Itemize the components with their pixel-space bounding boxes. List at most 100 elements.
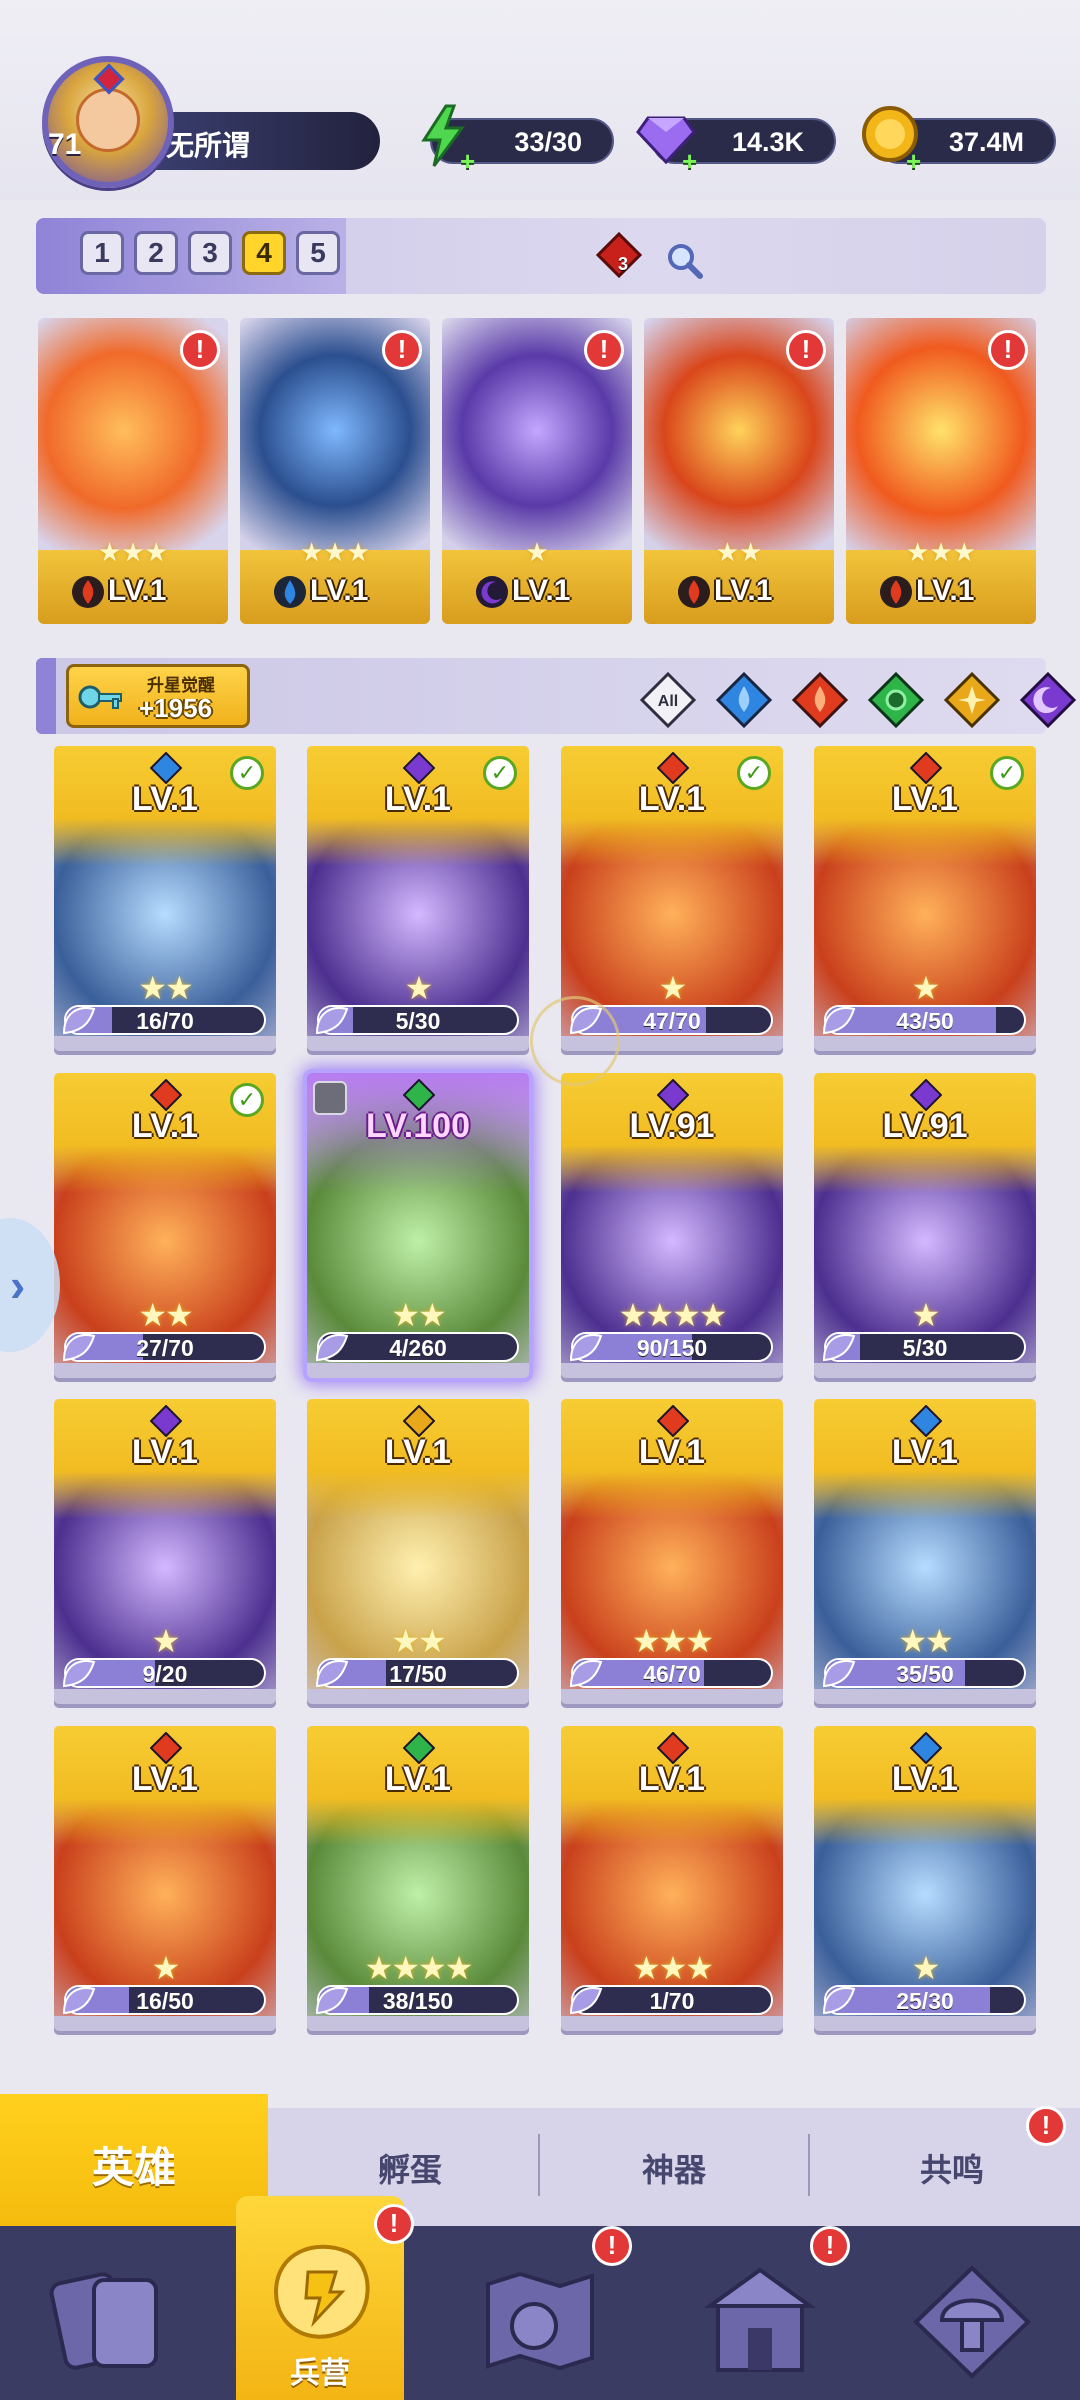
subtab-heroes[interactable]: 英雄 <box>0 2094 268 2226</box>
star-rating: ★★ <box>715 537 763 567</box>
gems-value: 14.3K <box>731 127 804 157</box>
filter-nature-button[interactable] <box>868 672 924 728</box>
filter-water-button[interactable] <box>716 672 772 728</box>
lineup-level: LV.1 <box>714 574 773 607</box>
filter-fire-button[interactable] <box>792 672 848 728</box>
gems-plus-icon[interactable]: + <box>682 146 697 177</box>
star-rating: ★★★ <box>300 537 370 567</box>
team-tab-3[interactable]: 3 <box>188 231 232 275</box>
star-rating: ★ <box>911 970 941 1006</box>
energy-plus-icon[interactable]: + <box>460 146 475 177</box>
mushroom-nav-icon[interactable] <box>902 2250 1042 2390</box>
shard-icon <box>315 1007 349 1035</box>
hero-grid: LV.1 ✓ ★★ 16/70 LV.1 ✓ ★ 5/30 LV.1 ✓ ★ 47/70 LV.1 ✓ ★ 4… <box>54 746 1040 2046</box>
team-tab-5[interactable]: 5 <box>296 231 340 275</box>
shard-icon <box>315 1334 349 1362</box>
water-element-icon <box>274 576 306 608</box>
energy-value: 33/30 <box>514 127 582 157</box>
star-rating: ★ <box>151 1623 181 1659</box>
star-rating: ★ <box>911 1950 941 1986</box>
hero-card[interactable]: LV.1 ✓ ★★ 16/70 <box>54 746 276 1051</box>
hero-card[interactable]: LV.91 ★ 5/30 <box>814 1073 1036 1378</box>
lineup-slot-3[interactable]: ★ LV.1 ! <box>442 318 632 624</box>
hero-card[interactable]: LV.1 ★★★★ 38/150 <box>307 1726 529 2031</box>
hero-card[interactable]: LV.1 ★★★ 46/70 <box>561 1399 783 1704</box>
team-tab-1[interactable]: 1 <box>80 231 124 275</box>
alert-badge: ! <box>592 2226 632 2266</box>
shard-icon <box>822 1007 856 1035</box>
star-rating: ★ <box>525 537 549 567</box>
alert-badge: ! <box>1026 2106 1066 2146</box>
chevron-right-icon: › <box>10 1259 26 1311</box>
star-rating: ★★★★ <box>618 1297 728 1333</box>
hero-level: LV.100 <box>366 1107 470 1145</box>
lineup-slot-2[interactable]: ★★★ LV.1 ! <box>240 318 430 624</box>
star-rating: ★ <box>151 1950 181 1986</box>
hero-card[interactable]: LV.1 ✓ ★ 5/30 <box>307 746 529 1051</box>
star-rating: ★ <box>404 970 434 1006</box>
star-rating: ★★ <box>391 1297 446 1333</box>
hero-filter-bar: 升星觉醒 +1956 All <box>36 658 1076 734</box>
dark-element-icon <box>476 576 508 608</box>
check-icon: ✓ <box>230 1083 264 1117</box>
side-expand-button[interactable]: › <box>0 1218 60 1352</box>
gems-counter[interactable]: + 14.3K <box>636 116 836 176</box>
hero-card[interactable]: LV.1 ★★★ 1/70 <box>561 1726 783 2031</box>
player-avatar[interactable] <box>42 56 174 188</box>
hero-card[interactable]: LV.1 ★ 25/30 <box>814 1726 1036 2031</box>
star-rating: ★★★ <box>906 537 976 567</box>
subtab-hatch[interactable]: 孵蛋 <box>310 2145 510 2191</box>
awaken-key-button[interactable]: 升星觉醒 +1956 <box>66 664 250 728</box>
star-rating: ★★ <box>898 1623 953 1659</box>
shard-icon <box>822 1660 856 1688</box>
hero-level: LV.1 <box>131 1760 199 1798</box>
lineup-slot-4[interactable]: ★★ LV.1 ! <box>644 318 834 624</box>
hero-card[interactable]: LV.1 ★ 16/50 <box>54 1726 276 2031</box>
lineup-slot-5[interactable]: ★★★ LV.1 ! <box>846 318 1036 624</box>
filter-dark-button[interactable] <box>1020 672 1076 728</box>
filter-band <box>36 658 56 734</box>
shard-icon <box>822 1334 856 1362</box>
alert-badge: ! <box>584 330 624 370</box>
team-tab-2[interactable]: 2 <box>134 231 178 275</box>
subtab-heroes-label: 英雄 <box>91 2144 176 2191</box>
energy-counter[interactable]: + 33/30 <box>421 104 614 176</box>
team-tab-4[interactable]: 4 <box>242 231 286 275</box>
lineup-slot-1[interactable]: ★★★ LV.1 ! <box>38 318 228 624</box>
shard-icon <box>62 1660 96 1688</box>
star-rating: ★★★ <box>631 1950 714 1986</box>
map-nav-icon[interactable] <box>470 2250 610 2390</box>
hero-card[interactable]: LV.1 ✓ ★★ 27/70 <box>54 1073 276 1378</box>
barracks-icon <box>273 2244 370 2339</box>
shard-icon <box>62 1007 96 1035</box>
hero-card[interactable]: LV.1 ✓ ★ 43/50 <box>814 746 1036 1051</box>
filter-all-button[interactable]: All <box>640 672 696 728</box>
filter-light-button[interactable] <box>944 672 1000 728</box>
star-rating: ★ <box>911 1297 941 1333</box>
hero-card[interactable]: LV.100 ★★ 4/260 <box>307 1073 529 1378</box>
alert-badge: ! <box>374 2204 414 2244</box>
shrine-nav-icon[interactable] <box>690 2250 830 2390</box>
subtab-divider <box>538 2134 540 2196</box>
gold-plus-icon[interactable]: + <box>906 146 921 177</box>
fire-element-icon <box>72 576 104 608</box>
alert-badge: ! <box>180 330 220 370</box>
alert-badge: ! <box>786 330 826 370</box>
hero-card[interactable]: LV.1 ★★ 17/50 <box>307 1399 529 1704</box>
shard-icon <box>569 1987 603 2015</box>
hero-level: LV.1 <box>638 1433 706 1471</box>
avatar-face <box>76 88 140 152</box>
team-lineup: ★★★ LV.1 ! ★★★ LV.1 ! ★ LV.1 ! ★★ LV.1 !… <box>38 318 1048 624</box>
hero-card[interactable]: LV.1 ★ 9/20 <box>54 1399 276 1704</box>
nav-barracks-label: 兵营 <box>290 2357 350 2390</box>
player-name-plate[interactable]: 无所谓 <box>150 112 380 170</box>
alert-badge: ! <box>810 2226 850 2266</box>
hero-card[interactable]: LV.91 ★★★★ 90/150 <box>561 1073 783 1378</box>
gold-counter[interactable]: + 37.4M <box>862 106 1056 176</box>
cards-nav-icon[interactable] <box>40 2250 180 2390</box>
subtab-artifacts[interactable]: 神器 <box>574 2145 774 2191</box>
hero-card[interactable]: LV.1 ★★ 35/50 <box>814 1399 1036 1704</box>
subtab-resonance[interactable]: 共鸣 <box>852 2145 1052 2191</box>
filter-all-label: All <box>658 693 678 710</box>
magnifier-icon[interactable] <box>664 240 704 280</box>
